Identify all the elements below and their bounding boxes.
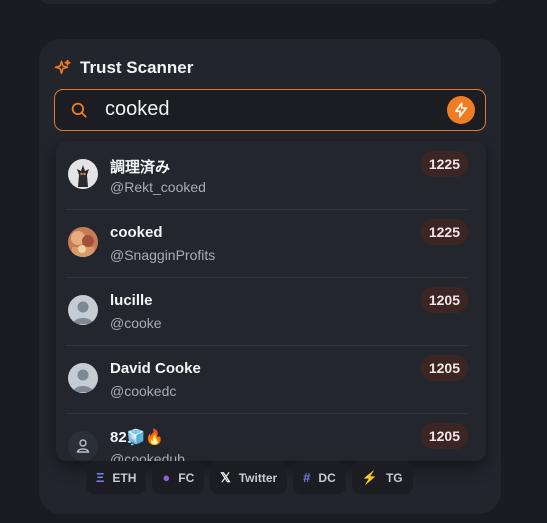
result-item[interactable]: 82🧊🔥 @cookedub 1205 [66,413,468,461]
filter-label: FC [178,470,195,485]
results-dropdown: 調理済み @Rekt_cooked 1225 cooked @SnagginPr… [56,141,486,461]
photo-avatar [68,227,98,257]
filter-label: ETH [112,470,137,485]
page-title: Trust Scanner [80,58,194,77]
user-outline-avatar [68,431,98,461]
result-name: David Cooke [110,360,201,377]
filter-twitter[interactable]: 𝕏 Twitter [210,461,288,494]
scan-button[interactable] [447,96,475,124]
farcaster-icon: ● [162,470,171,485]
avatar [68,431,98,461]
result-item[interactable]: cooked @SnagginProfits 1225 [66,209,468,278]
filter-dc[interactable]: # DC [293,461,346,494]
top-card [38,0,501,4]
x-logo-icon: 𝕏 [220,469,231,485]
trust-score-badge: 1205 [420,355,468,381]
filter-eth[interactable]: Ξ ETH [86,461,147,494]
result-handle: @cookedc [110,383,177,399]
search-input[interactable]: cooked [105,98,170,121]
sparkles-icon [54,59,71,74]
trust-score-badge: 1225 [420,151,468,177]
filter-tg[interactable]: ⚡ TG [351,461,413,494]
filter-fc[interactable]: ● FC [152,461,205,494]
result-handle: @cookedub [110,451,185,461]
result-handle: @SnagginProfits [110,247,216,263]
avatar [68,159,98,189]
panel-header: Trust Scanner [54,57,193,79]
search-icon [71,102,87,118]
result-item[interactable]: lucille @cooke 1205 [66,277,468,346]
result-item[interactable]: 調理済み @Rekt_cooked 1225 [66,141,468,210]
avatar [68,295,98,325]
lightning-icon [454,102,468,118]
avatar [68,363,98,393]
result-name: 82🧊🔥 [110,429,165,446]
default-user-avatar [68,295,98,325]
result-name: lucille [110,292,153,309]
default-user-avatar [68,363,98,393]
result-name: 調理済み [110,159,171,176]
result-handle: @Rekt_cooked [110,179,206,195]
result-name: cooked [110,224,163,241]
filter-label: Twitter [238,470,278,485]
search-field[interactable]: cooked [54,89,486,131]
result-handle: @cooke [110,315,162,331]
hash-icon: # [303,470,311,485]
trust-score-badge: 1225 [420,219,468,245]
lightning-icon: ⚡ [361,469,378,485]
dark-character-avatar [68,159,98,189]
avatar [68,227,98,257]
filter-label: DC [318,470,336,485]
filter-label: TG [385,470,403,485]
platform-filters: Ξ ETH ● FC 𝕏 Twitter # DC ⚡ TG [86,461,413,494]
trust-score-badge: 1205 [420,287,468,313]
result-item[interactable]: David Cooke @cookedc 1205 [66,345,468,414]
trust-score-badge: 1205 [420,423,468,449]
ethereum-icon: Ξ [96,470,105,485]
